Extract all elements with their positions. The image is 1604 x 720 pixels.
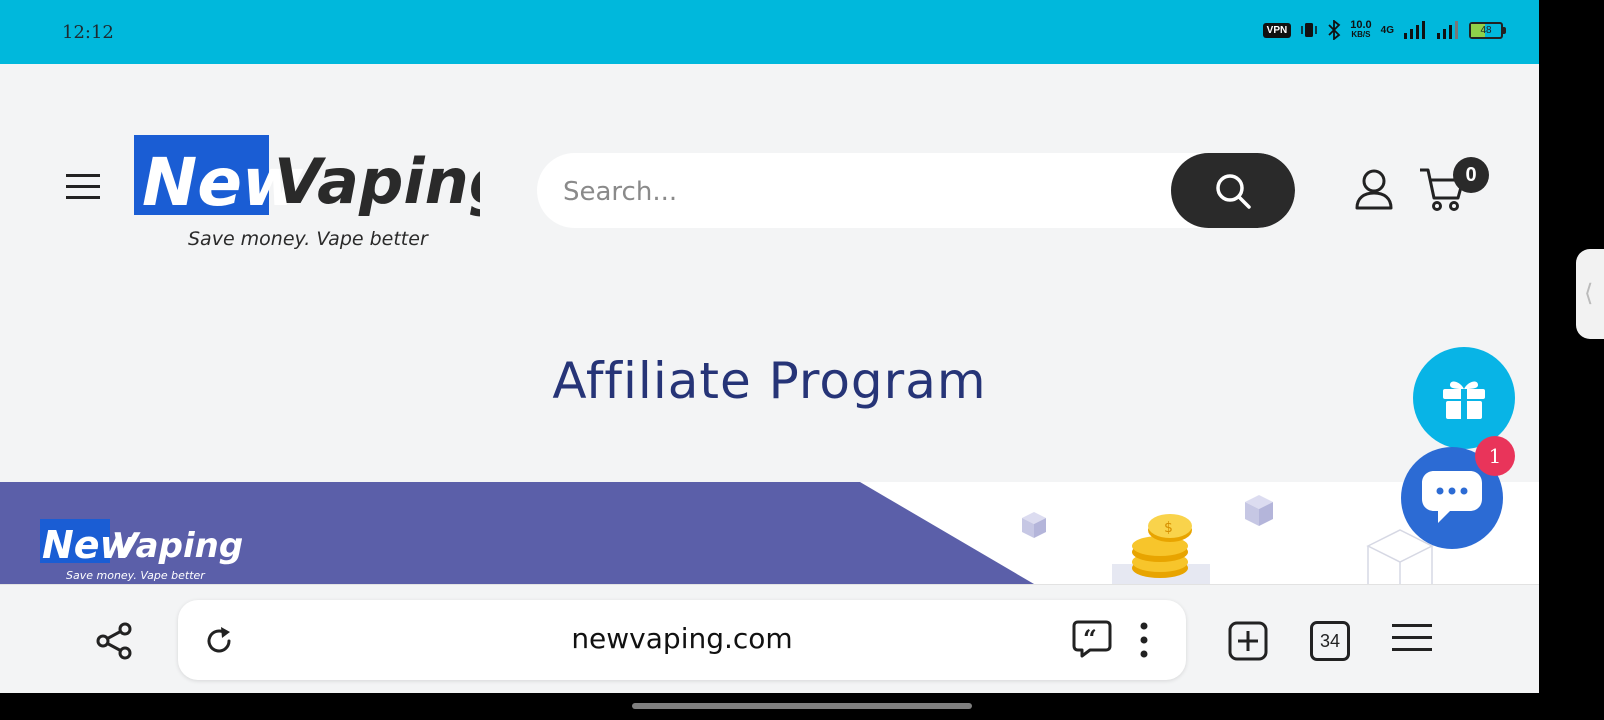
- kebab-icon: [1140, 622, 1148, 658]
- battery-icon: 48: [1469, 21, 1506, 39]
- cart-count-badge: 0: [1453, 157, 1489, 193]
- menu-icon: [1392, 624, 1432, 651]
- chat-icon: [1422, 471, 1482, 523]
- logo-vaping-text: Vaping: [274, 145, 480, 218]
- cube-icon: [1245, 495, 1273, 526]
- tab-count-button[interactable]: 34: [1310, 621, 1350, 661]
- signal-icon: [1404, 21, 1425, 39]
- new-tab-icon: [1228, 621, 1268, 661]
- signal-icon-2: [1437, 21, 1458, 39]
- logo-tagline: Save money. Vape better: [188, 228, 429, 250]
- status-bar: 12:12 VPN 10.0 KB/S 4G 48: [0, 0, 1539, 64]
- more-options-button[interactable]: [1138, 620, 1150, 665]
- share-button[interactable]: [95, 621, 135, 666]
- page-title: Affiliate Program: [552, 352, 987, 410]
- user-icon: [1355, 169, 1393, 210]
- network-type: 4G: [1380, 24, 1394, 36]
- banner-logo-vaping: Vaping: [112, 526, 243, 566]
- browser-toolbar: newvaping.com “ 34: [0, 584, 1539, 693]
- search-input[interactable]: [561, 153, 1165, 228]
- gift-button[interactable]: [1413, 347, 1515, 449]
- coins-icon: $: [1112, 514, 1210, 584]
- url-text[interactable]: newvaping.com: [178, 622, 1186, 655]
- banner-logo-tagline: Save money. Vape better: [66, 569, 206, 582]
- search-button[interactable]: [1171, 153, 1295, 228]
- home-indicator[interactable]: [632, 703, 972, 709]
- svg-text:“: “: [1083, 624, 1097, 653]
- gift-icon: [1443, 381, 1485, 419]
- hamburger-icon: [66, 174, 100, 199]
- net-speed: 10.0 KB/S: [1350, 19, 1372, 40]
- hamburger-menu-button[interactable]: [64, 170, 102, 204]
- address-bar[interactable]: newvaping.com “: [178, 600, 1186, 680]
- bluetooth-icon: [1328, 20, 1341, 40]
- chevron-left-icon: ⟨: [1584, 280, 1594, 307]
- side-panel-handle[interactable]: ⟨: [1576, 249, 1604, 339]
- search-bar: [537, 153, 1295, 228]
- account-button[interactable]: [1354, 168, 1394, 215]
- svg-text:$: $: [1164, 520, 1173, 536]
- cube-icon: [1022, 512, 1046, 538]
- vpn-icon: VPN: [1262, 22, 1292, 38]
- status-indicators: VPN 10.0 KB/S 4G 48: [1262, 19, 1506, 40]
- chat-notification-badge: 1: [1475, 436, 1515, 476]
- share-icon: [96, 622, 132, 660]
- vibrate-icon: [1301, 23, 1317, 37]
- quote-button[interactable]: “: [1072, 620, 1112, 663]
- quote-icon: “: [1072, 620, 1112, 658]
- affiliate-banner: New Vaping Save money. Vape better $: [0, 482, 1539, 584]
- search-icon: [1216, 173, 1251, 209]
- browser-menu-button[interactable]: [1392, 622, 1432, 659]
- status-time: 12:12: [62, 22, 114, 43]
- site-logo[interactable]: New Vaping Save money. Vape better: [134, 133, 513, 253]
- browser-screen: 12:12 VPN 10.0KB/S 4G 48 New Vaping Save…: [0, 0, 1539, 693]
- new-tab-button[interactable]: [1228, 621, 1268, 666]
